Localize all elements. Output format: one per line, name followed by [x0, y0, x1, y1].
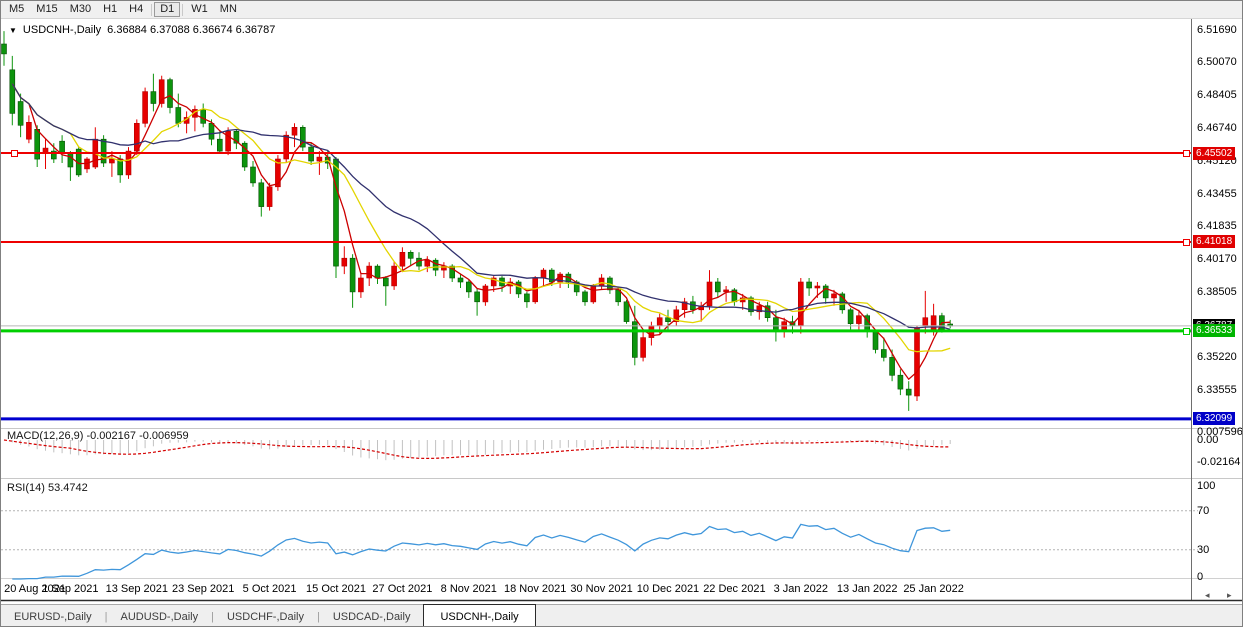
- line-handle-icon[interactable]: [11, 150, 18, 157]
- price-axis-label: 6.33555: [1197, 384, 1237, 396]
- rsi-axis-label: 100: [1197, 480, 1215, 492]
- chart-tab-usdcnh[interactable]: USDCNH-,Daily: [423, 604, 535, 627]
- date-axis-label: 5 Oct 2021: [238, 583, 302, 595]
- price-axis-label: 6.46740: [1197, 122, 1237, 134]
- rsi-indicator-label: RSI(14) 53.4742: [7, 482, 88, 494]
- mt4-chart-window: M5M15M30H1H4 D1 W1MN ▼ USDCNH-,Daily 6.368…: [0, 0, 1243, 627]
- price-level-badge[interactable]: 6.41018: [1193, 235, 1235, 248]
- date-axis-label: 25 Jan 2022: [902, 583, 966, 595]
- line-handle-icon[interactable]: [1183, 239, 1190, 246]
- line-handle-icon[interactable]: [1183, 328, 1190, 335]
- date-axis-label: 10 Dec 2021: [636, 583, 700, 595]
- timeframe-button-h4[interactable]: H4: [123, 2, 149, 17]
- timeframe-button-m5[interactable]: M5: [3, 2, 30, 17]
- timeframe-toolbar: M5M15M30H1H4 D1 W1MN: [1, 1, 1242, 19]
- macd-axis-label: 0.00: [1197, 434, 1218, 446]
- timeframe-button-h1[interactable]: H1: [97, 2, 123, 17]
- chart-title: ▼ USDCNH-,Daily 6.36884 6.37088 6.36674 …: [9, 24, 275, 36]
- price-axis-label: 6.41835: [1197, 220, 1237, 232]
- macd-indicator-label: MACD(12,26,9) -0.002167 -0.006959: [7, 430, 189, 442]
- chart-ohlc-values: 6.36884 6.37088 6.36674 6.36787: [107, 24, 275, 36]
- symbol-dropdown-icon[interactable]: ▼: [9, 26, 17, 35]
- timeframe-button-w1[interactable]: W1: [185, 2, 214, 17]
- chart-tab-usdcad[interactable]: USDCAD-,Daily: [320, 605, 424, 627]
- date-axis-label: 22 Dec 2021: [702, 583, 766, 595]
- scroll-left-arrow[interactable]: ◂: [1205, 590, 1210, 601]
- price-axis-label: 6.48405: [1197, 89, 1237, 101]
- price-axis-label: 6.35220: [1197, 351, 1237, 363]
- price-level-badge[interactable]: 6.32099: [1193, 412, 1235, 425]
- date-axis-label: 13 Sep 2021: [105, 583, 169, 595]
- date-axis-label: 27 Oct 2021: [370, 583, 434, 595]
- price-axis-label: 6.50070: [1197, 56, 1237, 68]
- price-axis-label: 6.43455: [1197, 188, 1237, 200]
- rsi-axis-label: 70: [1197, 505, 1209, 517]
- price-axis-label: 6.38505: [1197, 286, 1237, 298]
- macd-axis-label: -0.02164: [1197, 456, 1240, 468]
- price-level-badge[interactable]: 6.45502: [1193, 147, 1235, 160]
- date-axis-label: 3 Jan 2022: [769, 583, 833, 595]
- scroll-right-arrow[interactable]: ▸: [1227, 590, 1232, 601]
- rsi-axis-label: 30: [1197, 544, 1209, 556]
- date-axis-label: 1 Sep 2021: [38, 583, 102, 595]
- date-axis-label: 23 Sep 2021: [171, 583, 235, 595]
- date-axis-label: 13 Jan 2022: [835, 583, 899, 595]
- chart-tab-usdchf[interactable]: USDCHF-,Daily: [214, 605, 317, 627]
- timeframe-button-mn[interactable]: MN: [214, 2, 243, 17]
- timeframe-button-d1[interactable]: D1: [154, 2, 180, 17]
- price-axis-label: 6.40170: [1197, 253, 1237, 265]
- date-axis-label: 8 Nov 2021: [437, 583, 501, 595]
- rsi-axis-label: 0: [1197, 571, 1203, 583]
- toolbar-separator: [182, 4, 183, 16]
- chart-canvas[interactable]: [1, 1, 1243, 627]
- chart-tab-eurusd[interactable]: EURUSD-,Daily: [1, 605, 105, 627]
- timeframe-button-m30[interactable]: M30: [64, 2, 97, 17]
- line-handle-icon[interactable]: [1183, 150, 1190, 157]
- date-axis-label: 15 Oct 2021: [304, 583, 368, 595]
- date-axis-label: 18 Nov 2021: [503, 583, 567, 595]
- chart-tab-audusd[interactable]: AUDUSD-,Daily: [107, 605, 211, 627]
- chart-symbol-label: USDCNH-,Daily: [23, 24, 101, 36]
- chart-tabs-bar: EURUSD-,Daily|AUDUSD-,Daily|USDCHF-,Dail…: [1, 604, 1242, 627]
- price-axis-label: 6.51690: [1197, 24, 1237, 36]
- price-level-badge[interactable]: 6.36533: [1193, 324, 1235, 337]
- date-axis-label: 30 Nov 2021: [570, 583, 634, 595]
- toolbar-separator: [151, 4, 152, 16]
- timeframe-button-m15[interactable]: M15: [30, 2, 63, 17]
